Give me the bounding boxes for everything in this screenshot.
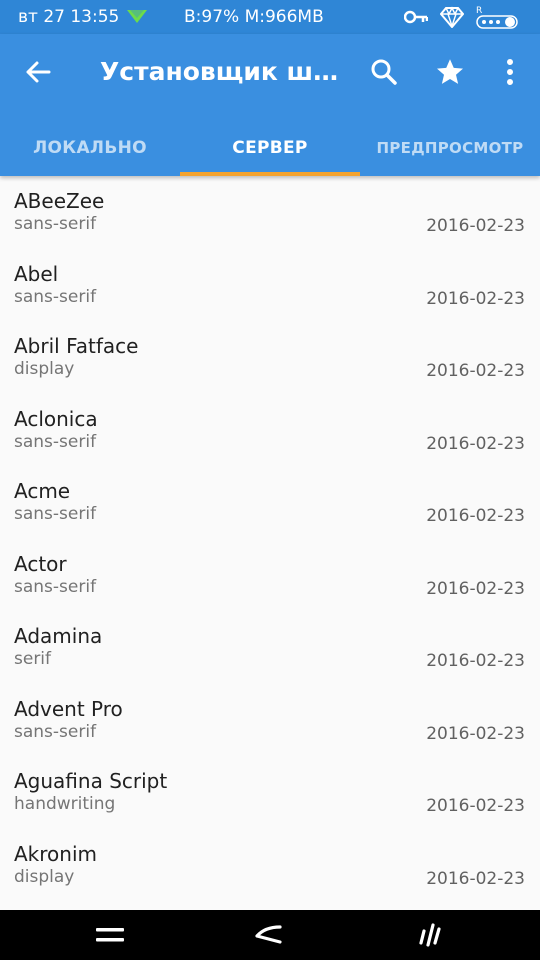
font-name: Abril Fatface — [14, 334, 139, 358]
font-category: sans-serif — [14, 721, 97, 742]
font-date: 2016-02-23 — [426, 651, 525, 671]
font-list-item[interactable]: Acme sans-serif 2016-02-23 — [0, 466, 540, 539]
diamond-icon — [439, 6, 465, 32]
navigation-bar — [0, 910, 540, 960]
font-list-item[interactable]: Akronim display 2016-02-23 — [0, 829, 540, 902]
font-category: serif — [14, 649, 52, 669]
star-icon[interactable] — [428, 50, 472, 94]
font-date: 2016-02-23 — [426, 868, 525, 889]
font-category: display — [14, 359, 75, 379]
back-arrow-icon[interactable] — [16, 50, 60, 94]
app-title: Установщик шрифтов — [100, 57, 350, 86]
font-name: Aguafina Script — [14, 769, 168, 793]
font-date: 2016-02-23 — [426, 216, 525, 236]
status-clock: вт 27 13:55 — [18, 7, 120, 27]
font-list-item[interactable]: Advent Pro sans-serif 2016-02-23 — [0, 684, 540, 757]
font-category: sans-serif — [14, 504, 97, 524]
font-category: sans-serif — [14, 286, 97, 307]
app-bar: Установщик шрифтов ЛОКАЛЬНО СЕРВЕР ПРЕДП… — [0, 34, 540, 176]
font-date: 2016-02-23 — [426, 433, 525, 454]
font-list-item[interactable]: Abel sans-serif 2016-02-23 — [0, 249, 540, 322]
rooted-toggle-icon: R — [476, 4, 520, 34]
recents-icon[interactable] — [390, 910, 470, 960]
back-icon[interactable] — [228, 910, 308, 960]
menu-icon[interactable] — [70, 910, 150, 960]
font-name: Acme — [14, 479, 71, 503]
font-name: Akronim — [14, 841, 97, 866]
tab-preview[interactable]: ПРЕДПРОСМОТР — [360, 122, 540, 174]
tab-local[interactable]: ЛОКАЛЬНО — [0, 122, 180, 174]
font-list-item[interactable]: ABeeZee sans-serif 2016-02-23 — [0, 176, 540, 249]
font-category: display — [14, 866, 75, 887]
key-icon — [403, 9, 429, 29]
more-vert-icon[interactable] — [488, 50, 532, 94]
font-date: 2016-02-23 — [426, 796, 525, 816]
font-date: 2016-02-23 — [426, 723, 525, 744]
font-list-item[interactable]: Actor sans-serif 2016-02-23 — [0, 539, 540, 612]
download-arrow-icon — [126, 6, 148, 30]
font-list-item[interactable]: Adamina serif 2016-02-23 — [0, 611, 540, 684]
font-name: Aclonica — [14, 406, 98, 431]
font-category: sans-serif — [14, 214, 97, 234]
battery-memory-status: B:97% M:966MB — [184, 7, 324, 27]
search-icon[interactable] — [362, 50, 406, 94]
font-name: Advent Pro — [14, 696, 123, 721]
tab-server[interactable]: СЕРВЕР — [180, 122, 360, 174]
font-date: 2016-02-23 — [426, 506, 525, 526]
font-name: ABeeZee — [14, 189, 105, 213]
font-name: Actor — [14, 551, 67, 576]
font-date: 2016-02-23 — [426, 288, 525, 309]
font-list[interactable]: ABeeZee sans-serif 2016-02-23 Abel sans-… — [0, 176, 540, 901]
font-name: Abel — [14, 261, 59, 286]
font-date: 2016-02-23 — [426, 578, 525, 599]
font-category: sans-serif — [14, 576, 97, 597]
status-bar: вт 27 13:55 B:97% M:966MB R — [0, 0, 540, 34]
font-list-item[interactable]: Abril Fatface display 2016-02-23 — [0, 321, 540, 394]
font-list-item[interactable]: Aclonica sans-serif 2016-02-23 — [0, 394, 540, 467]
font-category: handwriting — [14, 794, 116, 814]
svg-text:R: R — [476, 6, 482, 16]
font-list-item[interactable]: Aguafina Script handwriting 2016-02-23 — [0, 756, 540, 829]
font-date: 2016-02-23 — [426, 361, 525, 381]
font-category: sans-serif — [14, 431, 97, 452]
font-name: Adamina — [14, 624, 103, 648]
